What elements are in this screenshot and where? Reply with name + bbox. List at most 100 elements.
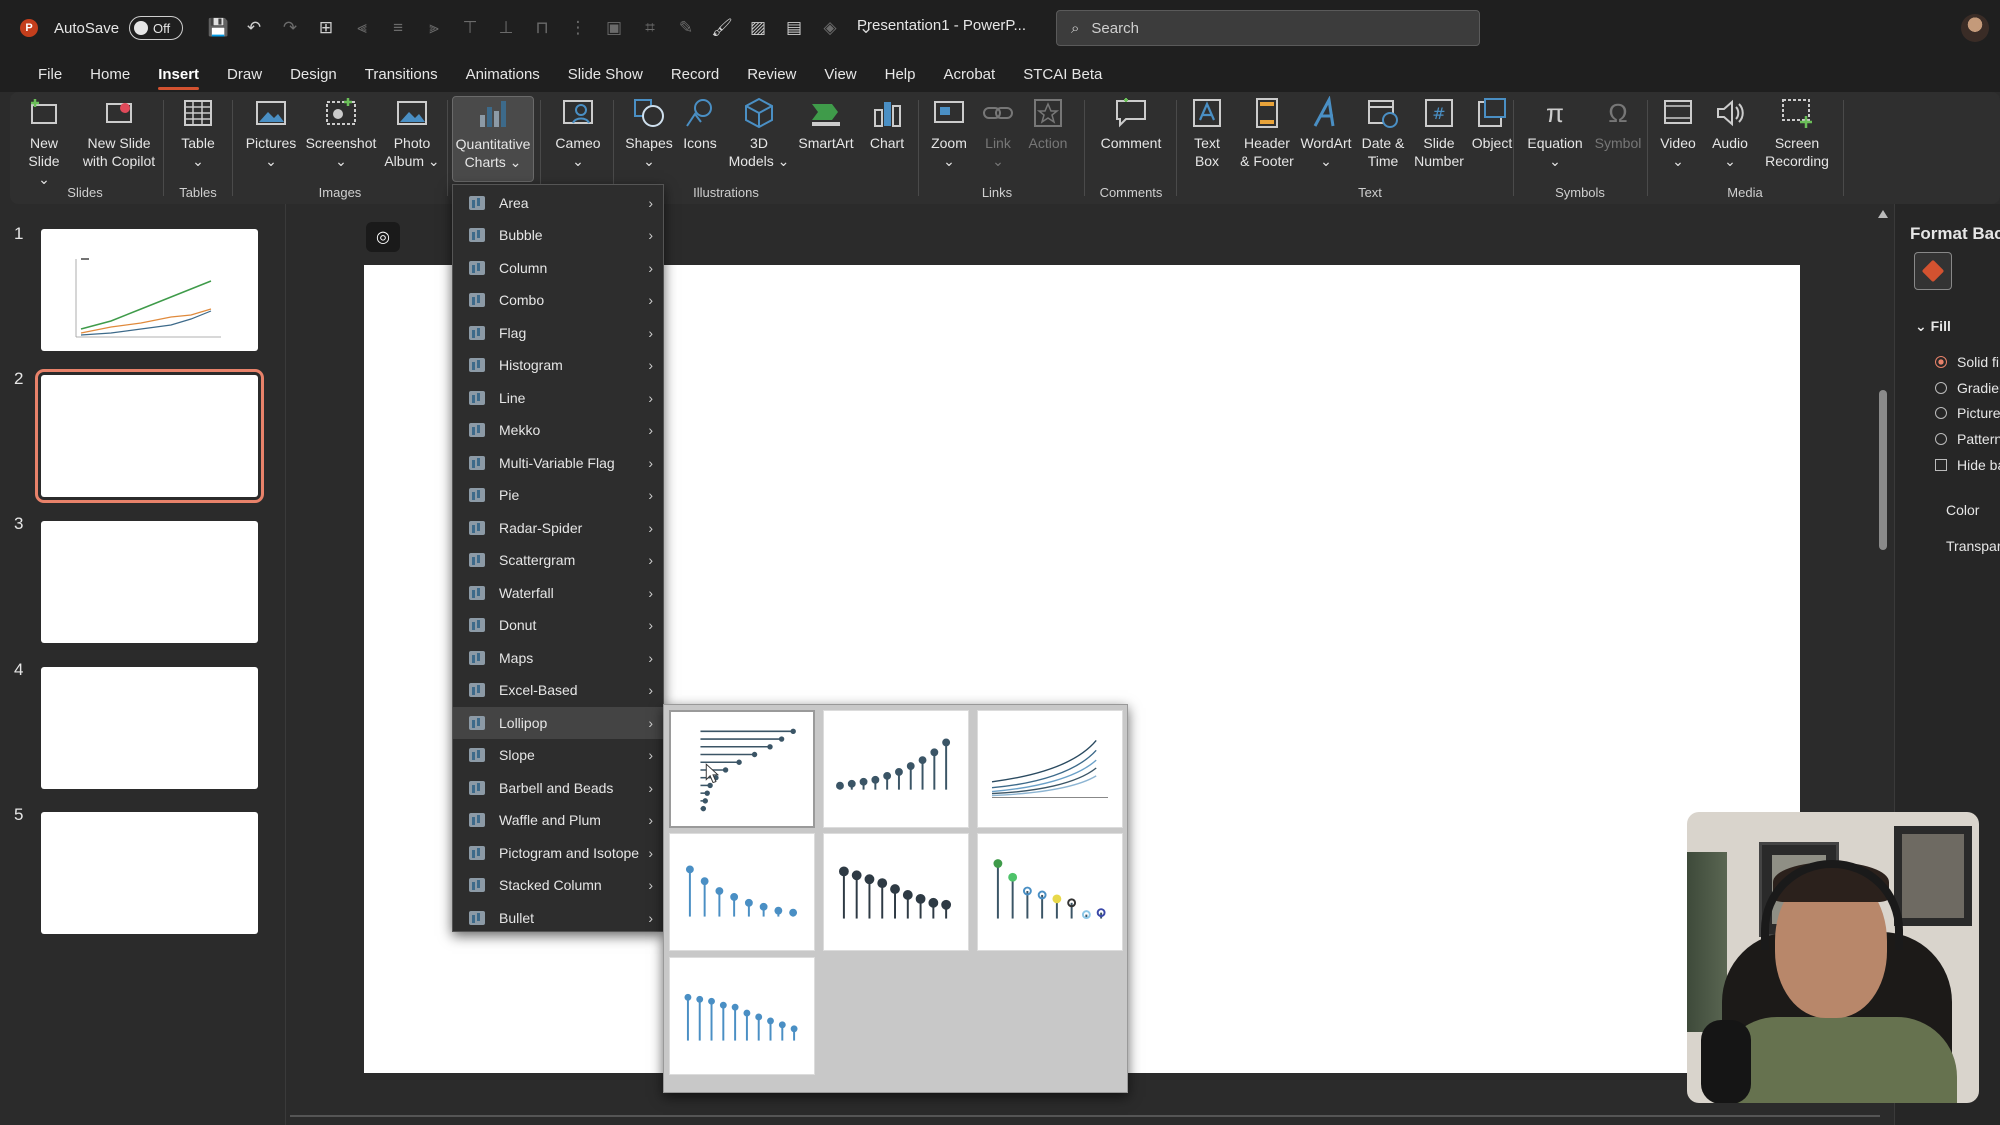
- picture-fill-option[interactable]: Picture: [1935, 405, 2000, 421]
- chart-type-lollipop[interactable]: Lollipop ›: [453, 707, 663, 739]
- align-middle-icon[interactable]: ⊥: [495, 18, 517, 38]
- chart-type-radar-spider[interactable]: Radar-Spider ›: [453, 512, 663, 544]
- copilot-icon[interactable]: ◎: [366, 222, 400, 252]
- text-box-button[interactable]: Text Box: [1180, 96, 1234, 170]
- hide-background-checkbox[interactable]: Hide ba: [1935, 457, 2000, 473]
- lollipop-horizontal-thumbnail[interactable]: [669, 710, 815, 828]
- audio-button[interactable]: Audio ⌄: [1706, 96, 1754, 170]
- fill-bucket-icon[interactable]: [1914, 252, 1952, 290]
- wordart-button[interactable]: WordArt ⌄: [1298, 96, 1354, 170]
- lollipop-descending-dark-thumbnail[interactable]: [823, 833, 969, 951]
- slide-thumbnail-4[interactable]: [41, 667, 258, 789]
- pen-icon[interactable]: ✎: [675, 18, 697, 38]
- menu-transitions[interactable]: Transitions: [351, 56, 452, 92]
- pictures-button[interactable]: Pictures ⌄: [243, 96, 299, 170]
- chart-type-line[interactable]: Line ›: [453, 382, 663, 414]
- format-painter-icon[interactable]: 🖌: [711, 18, 733, 38]
- menu-review[interactable]: Review: [733, 56, 810, 92]
- menu-view[interactable]: View: [810, 56, 870, 92]
- menu-help[interactable]: Help: [871, 56, 930, 92]
- chart-type-pie[interactable]: Pie ›: [453, 479, 663, 511]
- fill-section-header[interactable]: ⌄ Fill: [1915, 318, 1951, 335]
- chart-type-barbell-and-beads[interactable]: Barbell and Beads ›: [453, 772, 663, 804]
- slide-thumbnail-5[interactable]: [41, 812, 258, 934]
- new-slide-button[interactable]: New Slide ⌄: [22, 96, 66, 188]
- chart-type-histogram[interactable]: Histogram ›: [453, 349, 663, 381]
- align-bottom-icon[interactable]: ⊓: [531, 18, 553, 38]
- redo-icon[interactable]: ↷: [279, 18, 301, 38]
- chart-type-scattergram[interactable]: Scattergram ›: [453, 544, 663, 576]
- menu-home[interactable]: Home: [76, 56, 144, 92]
- gradient-fill-option[interactable]: Gradier: [1935, 380, 2000, 396]
- slide-thumbnail-2[interactable]: [35, 369, 264, 503]
- distribute-icon[interactable]: ⋮: [567, 18, 589, 38]
- menu-design[interactable]: Design: [276, 56, 351, 92]
- solid-fill-option[interactable]: Solid fi: [1935, 354, 1999, 370]
- user-avatar[interactable]: [1961, 14, 1989, 42]
- chart-type-donut[interactable]: Donut ›: [453, 609, 663, 641]
- lollipop-lines-thumbnail[interactable]: [977, 710, 1123, 828]
- chart-type-waffle-and-plum[interactable]: Waffle and Plum ›: [453, 804, 663, 836]
- crop-icon[interactable]: ⌗: [639, 18, 661, 38]
- align-left-icon[interactable]: ⫷: [351, 18, 373, 38]
- chart-type-bullet[interactable]: Bullet ›: [453, 902, 663, 934]
- slide-thumbnail-1[interactable]: [41, 229, 258, 351]
- photo-album-button[interactable]: Photo Album ⌄: [381, 96, 443, 170]
- equation-button[interactable]: π Equation ⌄: [1520, 96, 1590, 170]
- lollipop-tall-blue-thumbnail[interactable]: [669, 957, 815, 1075]
- menu-stcai-beta[interactable]: STCAI Beta: [1009, 56, 1116, 92]
- present-icon[interactable]: ⊞: [315, 18, 337, 38]
- symbol-button[interactable]: Ω Symbol: [1592, 96, 1644, 152]
- slide-number-button[interactable]: # Slide Number: [1412, 96, 1466, 170]
- cameo-button[interactable]: Cameo ⌄: [550, 96, 606, 170]
- chart-type-maps[interactable]: Maps ›: [453, 642, 663, 674]
- date-time-button[interactable]: Date & Time: [1356, 96, 1410, 170]
- quantitative-charts-button[interactable]: Quantitative Charts ⌄: [452, 96, 534, 182]
- comment-button[interactable]: Comment: [1092, 96, 1170, 152]
- slide-thumbnail-3[interactable]: [41, 521, 258, 643]
- object-button[interactable]: Object: [1468, 96, 1516, 152]
- table-button[interactable]: Table ⌄: [176, 96, 220, 170]
- menu-draw[interactable]: Draw: [213, 56, 276, 92]
- chart-type-waterfall[interactable]: Waterfall ›: [453, 577, 663, 609]
- chart-type-area[interactable]: Area ›: [453, 187, 663, 219]
- menu-acrobat[interactable]: Acrobat: [929, 56, 1009, 92]
- zoom-button[interactable]: Zoom ⌄: [926, 96, 972, 170]
- autosave-toggle[interactable]: Off: [129, 16, 184, 40]
- slide-layout-icon[interactable]: ▤: [783, 18, 805, 38]
- group-icon[interactable]: ▣: [603, 18, 625, 38]
- chart-type-excel-based[interactable]: Excel-Based ›: [453, 674, 663, 706]
- new-slide-with-copilot-button[interactable]: New Slide with Copilot: [80, 96, 158, 170]
- search-input[interactable]: ⌕ Search: [1056, 10, 1480, 46]
- chart-type-pictogram-and-isotope[interactable]: Pictogram and Isotope ›: [453, 837, 663, 869]
- action-button[interactable]: Action: [1024, 96, 1072, 152]
- chart-type-stacked-column[interactable]: Stacked Column ›: [453, 869, 663, 901]
- lollipop-descending-blue-thumbnail[interactable]: [669, 833, 815, 951]
- chart-button[interactable]: Chart: [862, 96, 912, 152]
- align-right-icon[interactable]: ⫸: [423, 18, 445, 38]
- shape-fill-icon[interactable]: ◈: [819, 18, 841, 38]
- screen-recording-button[interactable]: Screen Recording: [1756, 96, 1838, 170]
- scroll-up-arrow-icon[interactable]: [1878, 210, 1888, 218]
- menu-animations[interactable]: Animations: [452, 56, 554, 92]
- menu-record[interactable]: Record: [657, 56, 733, 92]
- pattern-fill-option[interactable]: Pattern: [1935, 431, 2000, 447]
- menu-slide-show[interactable]: Slide Show: [554, 56, 657, 92]
- smartart-button[interactable]: SmartArt: [794, 96, 858, 152]
- chart-type-slope[interactable]: Slope ›: [453, 739, 663, 771]
- save-icon[interactable]: 💾: [207, 18, 229, 38]
- menu-file[interactable]: File: [24, 56, 76, 92]
- undo-icon[interactable]: ↶: [243, 18, 265, 38]
- horizontal-scrollbar[interactable]: [290, 1115, 1880, 1117]
- header-footer-button[interactable]: Header & Footer: [1238, 96, 1296, 170]
- chart-type-bubble[interactable]: Bubble ›: [453, 219, 663, 251]
- menu-insert[interactable]: Insert: [144, 56, 213, 92]
- chart-type-mekko[interactable]: Mekko ›: [453, 414, 663, 446]
- chart-type-flag[interactable]: Flag ›: [453, 317, 663, 349]
- align-top-icon[interactable]: ⊤: [459, 18, 481, 38]
- shapes-button[interactable]: Shapes ⌄: [624, 96, 674, 170]
- picture-icon[interactable]: ▨: [747, 18, 769, 38]
- vertical-scrollbar-thumb[interactable]: [1879, 390, 1887, 550]
- chart-type-multi-variable-flag[interactable]: Multi-Variable Flag ›: [453, 447, 663, 479]
- icons-button[interactable]: Icons: [678, 96, 722, 152]
